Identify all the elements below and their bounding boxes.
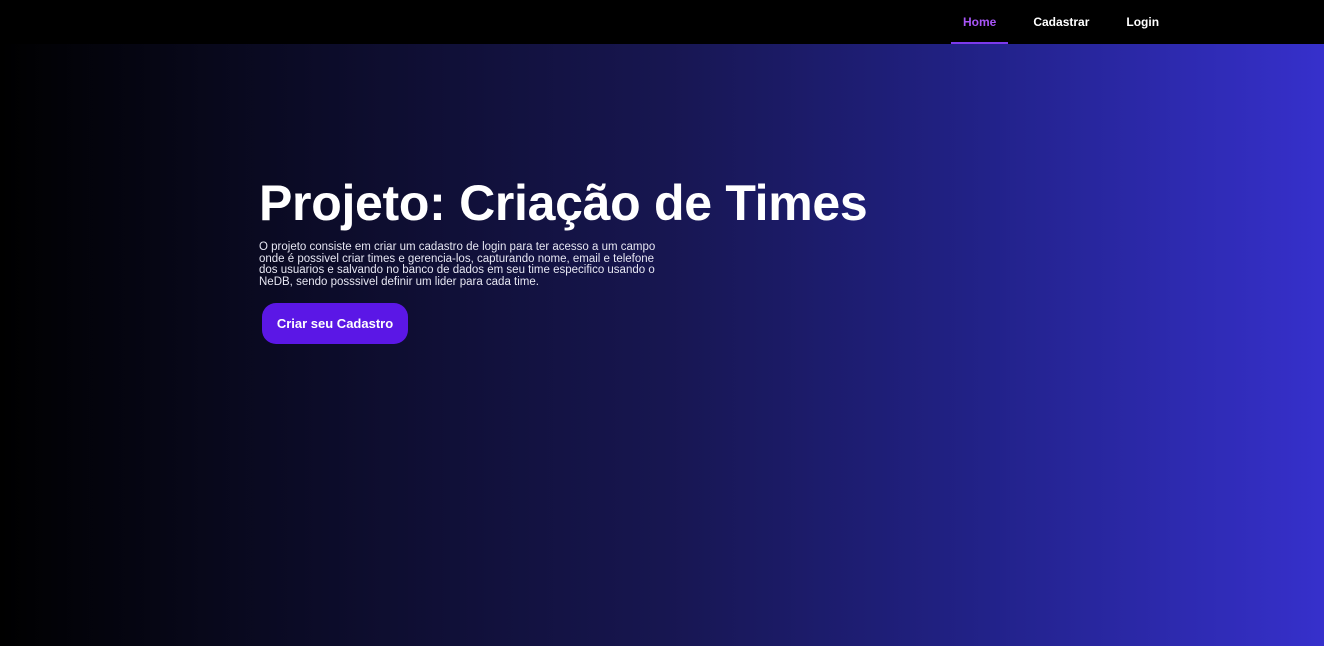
nav-link-login[interactable]: Login <box>1114 0 1171 44</box>
create-account-button[interactable]: Criar seu Cadastro <box>262 303 408 344</box>
hero-section: Projeto: Criação de Times O projeto cons… <box>259 170 868 344</box>
nav-link-cadastrar[interactable]: Cadastrar <box>1021 0 1101 44</box>
nav-link-home[interactable]: Home <box>951 0 1009 44</box>
page-title: Projeto: Criação de Times <box>259 175 868 231</box>
hero-description: O projeto consiste em criar um cadastro … <box>259 241 656 288</box>
top-navbar: Home Cadastrar Login <box>0 0 1324 44</box>
nav-links: Home Cadastrar Login <box>951 0 1184 44</box>
